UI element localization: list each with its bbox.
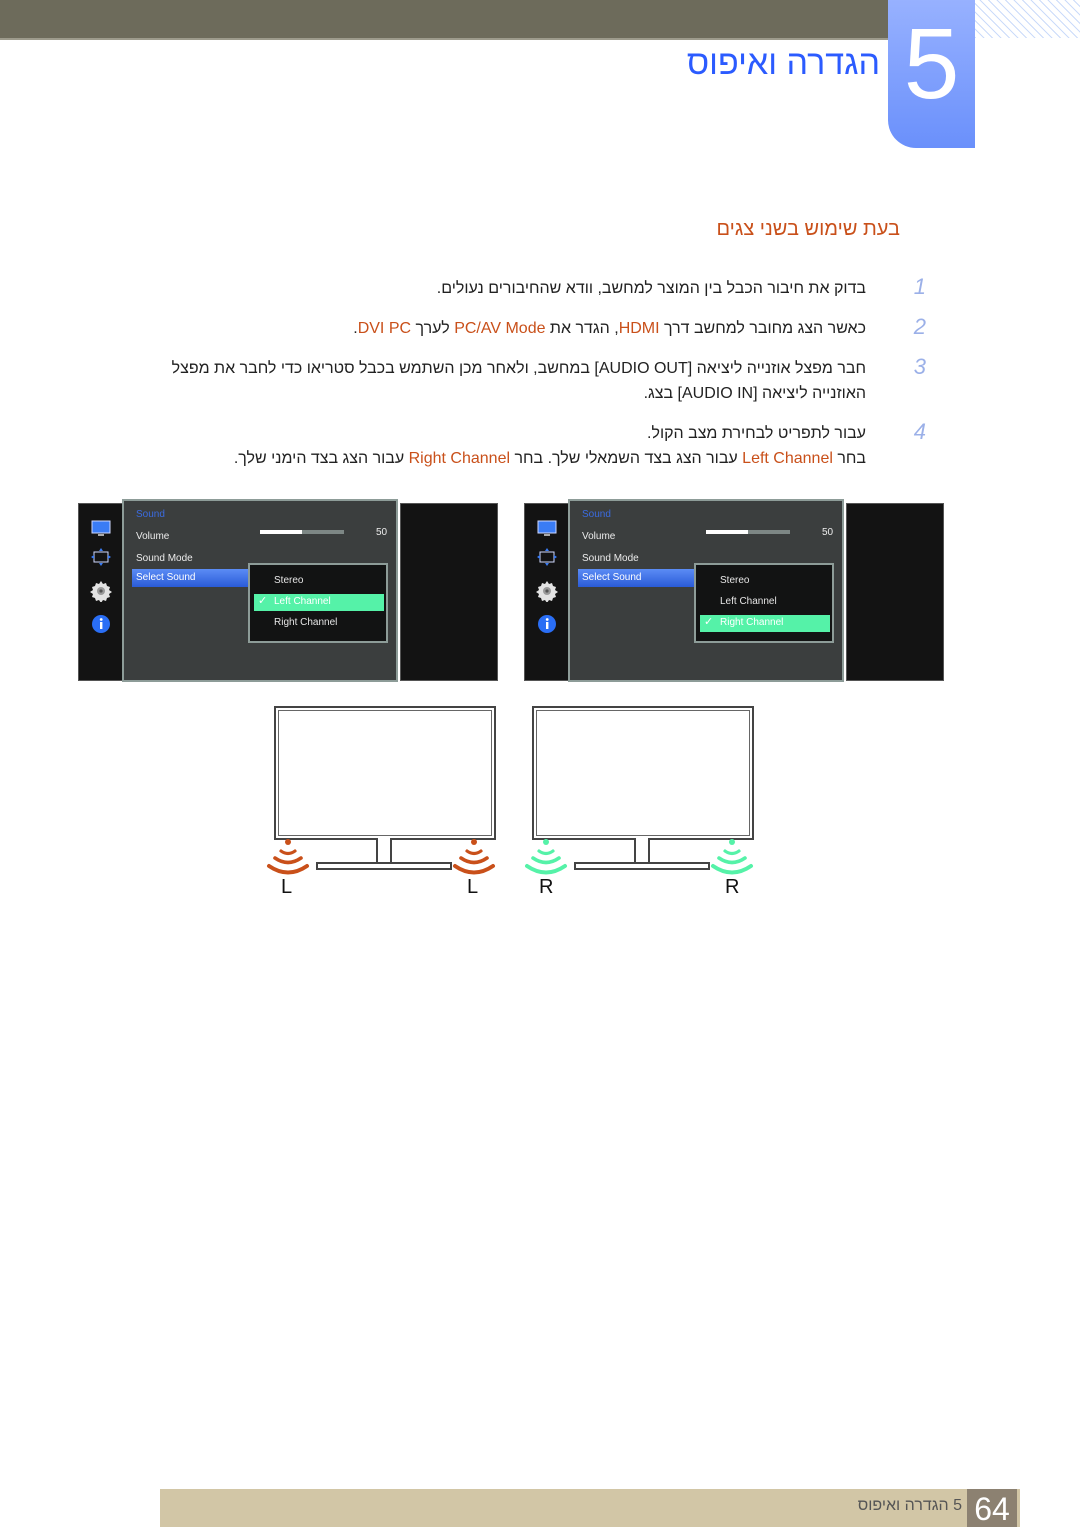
step-number: 3	[913, 354, 926, 379]
checkmark-icon: ✓	[258, 595, 268, 607]
header-stripes	[975, 0, 1080, 38]
settings-gear-icon	[90, 581, 112, 602]
option-label: Left Channel	[274, 596, 331, 607]
section-title: בעת שימוש בשני צגים	[716, 218, 900, 240]
osd-selected-highlight[interactable]: Select Sound	[578, 569, 700, 587]
footer-chapter-label: 5 הגדרה ואיפוס	[857, 1497, 962, 1514]
option-left-channel[interactable]: Left Channel	[700, 594, 830, 611]
osd-selected-highlight[interactable]: Select Sound	[132, 569, 254, 587]
select-sound-submenu: Stereo Left Channel ✓ Right Channel	[694, 563, 834, 643]
keyword-right-channel: Right Channel	[408, 450, 511, 467]
step-text: עבור הצג בצד השמאלי שלך. בחר	[510, 450, 743, 467]
picture-icon	[537, 520, 557, 536]
option-label: Stereo	[274, 575, 304, 586]
page-number-box: 64	[967, 1489, 1017, 1527]
header-bar	[0, 0, 890, 40]
step-3: 3 חבר מפצל אוזנייה ליציאה [AUDIO OUT] במ…	[120, 354, 926, 406]
keyword-hdmi: HDMI	[618, 320, 660, 337]
option-right-channel[interactable]: ✓ Right Channel	[700, 615, 830, 632]
monitor-base	[316, 862, 452, 870]
osd-selected-label: Select Sound	[136, 572, 196, 583]
step-text: בדוק את חיבור הכבל בין המוצר למחשב, וודא…	[436, 280, 866, 297]
monitor-screen	[532, 706, 754, 840]
step-2: 2 כאשר הצג מחובר למחשב דרך HDMI, הגדר את…	[120, 314, 926, 341]
option-label: Left Channel	[720, 596, 777, 607]
step-text: כאשר הצג מחובר למחשב דרך	[659, 320, 866, 337]
steps-list: 1 בדוק את חיבור הכבל בין המוצר למחשב, וו…	[120, 274, 926, 486]
page-number: 64	[974, 1491, 1010, 1527]
volume-slider[interactable]	[706, 530, 790, 534]
osd-item-volume[interactable]: Volume	[136, 531, 169, 542]
option-label: Right Channel	[720, 617, 784, 628]
step-number: 2	[913, 314, 926, 339]
osd-menu-left-channel: SoundSelect SoundVolumeSound ModeSelect …	[78, 497, 498, 682]
settings-gear-icon	[536, 581, 558, 602]
osd-icon-bar	[78, 503, 124, 681]
option-right-channel[interactable]: Right Channel	[254, 615, 384, 632]
volume-slider[interactable]	[260, 530, 344, 534]
chapter-title: הגדרה ואיפוס	[686, 44, 880, 82]
option-stereo[interactable]: Stereo	[700, 573, 830, 590]
checkmark-icon: ✓	[704, 616, 714, 628]
speaker-left-icon	[524, 836, 568, 876]
osd-selected-label: Select Sound	[582, 572, 642, 583]
option-left-channel[interactable]: ✓ Left Channel	[254, 594, 384, 611]
keyword-pcav-mode: PC/AV Mode	[454, 320, 546, 337]
speaker-right-icon	[452, 836, 496, 876]
volume-value: 50	[376, 527, 388, 538]
position-size-icon	[91, 548, 111, 566]
osd-right-panel	[400, 503, 498, 681]
step-4: 4 עבור לתפריט לבחירת מצב הקול. בחר Left …	[120, 419, 926, 471]
volume-slider-fill	[706, 530, 748, 534]
step-text: בחר	[832, 450, 866, 467]
osd-main-panel: SoundSelect SoundVolumeSound ModeSelect …	[122, 499, 398, 682]
speaker-left-label: R	[539, 876, 554, 898]
speaker-right-label: R	[725, 876, 740, 898]
osd-item-sound-mode[interactable]: Sound Mode	[136, 553, 193, 564]
option-label: Stereo	[720, 575, 750, 586]
picture-icon	[91, 520, 111, 536]
step-text: לערך	[411, 320, 455, 337]
osd-menu-right-channel: SoundSelect SoundVolumeSound ModeSelect …	[524, 497, 944, 682]
osd-right-panel	[846, 503, 944, 681]
info-icon	[92, 615, 110, 633]
keyword-left-channel: Left Channel	[742, 450, 833, 467]
volume-slider-fill	[260, 530, 302, 534]
step-text: , הגדר את	[545, 320, 619, 337]
step-text: חבר מפצל אוזנייה ליציאה [AUDIO OUT] במחש…	[171, 360, 866, 402]
option-stereo[interactable]: Stereo	[254, 573, 384, 590]
osd-item-volume[interactable]: Volume	[582, 531, 615, 542]
osd-main-panel: SoundSelect SoundVolumeSound ModeSelect …	[568, 499, 844, 682]
speaker-left-label: L	[281, 876, 293, 898]
osd-category-title: Sound	[582, 509, 611, 520]
step-number: 1	[913, 274, 926, 299]
step-number: 4	[913, 419, 926, 444]
monitor-screen	[274, 706, 496, 840]
chapter-badge: 5	[888, 0, 975, 148]
chapter-number: 5	[903, 8, 960, 120]
keyword-dvi-pc: DVI PC	[357, 320, 412, 337]
monitor-base	[574, 862, 710, 870]
volume-value: 50	[822, 527, 834, 538]
osd-item-sound-mode[interactable]: Sound Mode	[582, 553, 639, 564]
osd-icon-bar	[524, 503, 570, 681]
info-icon	[538, 615, 556, 633]
select-sound-submenu: Stereo ✓ Left Channel Right Channel	[248, 563, 388, 643]
osd-category-title: Sound	[136, 509, 165, 520]
speaker-right-label: L	[467, 876, 479, 898]
position-size-icon	[537, 548, 557, 566]
speaker-left-icon	[266, 836, 310, 876]
speaker-right-icon	[710, 836, 754, 876]
option-label: Right Channel	[274, 617, 338, 628]
step-text: עבור לתפריט לבחירת מצב הקול.	[647, 425, 866, 442]
step-text: עבור הצג בצד הימני שלך.	[233, 450, 409, 467]
step-1: 1 בדוק את חיבור הכבל בין המוצר למחשב, וו…	[120, 274, 926, 301]
